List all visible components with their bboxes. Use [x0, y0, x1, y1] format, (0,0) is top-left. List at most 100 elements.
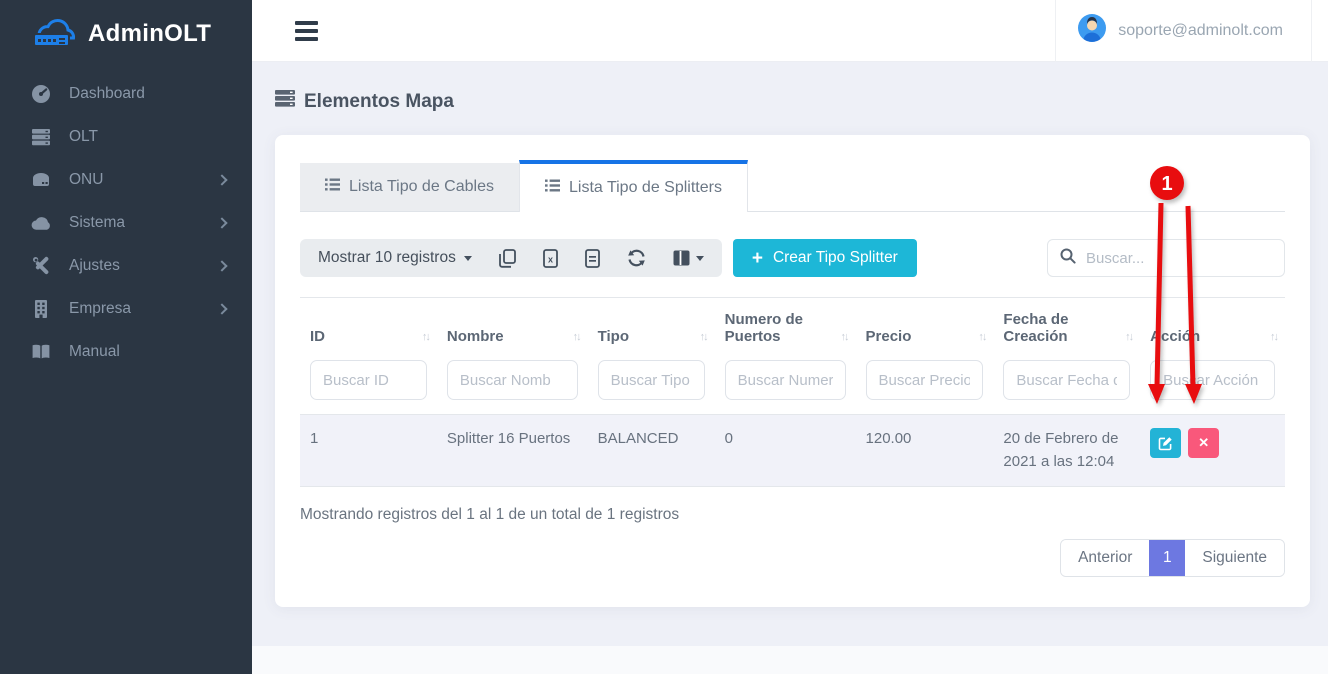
refresh-button[interactable] [627, 249, 646, 267]
global-search [1047, 239, 1285, 277]
chevron-right-icon [216, 260, 227, 271]
copy-icon [499, 249, 516, 268]
sort-icon[interactable]: ↑↓ [1270, 331, 1277, 345]
table-info: Mostrando registros del 1 al 1 de un tot… [300, 506, 1285, 524]
sidebar-item-label: Empresa [69, 300, 131, 318]
filter-nombre-input[interactable] [447, 360, 578, 400]
splitters-table: ID ↑↓ Nombre ↑↓ Tipo ↑↓ Numero de Puertos ↑↓… [300, 297, 1285, 487]
col-header-accion[interactable]: Acción [1150, 328, 1200, 345]
server-stack-icon [30, 128, 52, 146]
col-header-puertos[interactable]: Numero de Puertos [725, 311, 837, 345]
search-input[interactable] [1086, 250, 1272, 267]
file-lines-icon [585, 249, 600, 268]
col-header-tipo[interactable]: Tipo [598, 328, 629, 345]
user-avatar [1078, 14, 1106, 47]
export-file-button[interactable] [585, 249, 600, 268]
sidebar-item-ajustes[interactable]: Ajustes [0, 244, 252, 287]
filter-puertos-input[interactable] [725, 360, 846, 400]
sidebar-item-label: ONU [69, 171, 103, 189]
pencil-square-icon [1158, 436, 1173, 451]
cell-nombre: Splitter 16 Puertos [437, 415, 588, 486]
cell-fecha: 20 de Febrero de 2021 a las 12:04 [993, 415, 1140, 486]
filter-id-input[interactable] [310, 360, 427, 400]
sidebar-item-label: OLT [69, 128, 98, 146]
columns-icon [673, 250, 690, 266]
caret-down-icon [696, 256, 704, 261]
chevron-right-icon [216, 174, 227, 185]
col-header-precio[interactable]: Precio [866, 328, 912, 345]
refresh-icon [627, 249, 646, 267]
sidebar-item-manual[interactable]: Manual [0, 330, 252, 373]
user-email: soporte@adminolt.com [1118, 22, 1283, 40]
col-header-fecha[interactable]: Fecha de Creación [1003, 311, 1121, 345]
tools-icon [30, 256, 52, 275]
building-icon [30, 300, 52, 318]
sidebar: AdminOLT Dashboard OLT ONU [0, 0, 252, 674]
gauge-icon [30, 84, 52, 104]
create-splitter-button[interactable]: + Crear Tipo Splitter [733, 239, 917, 277]
cell-tipo: BALANCED [588, 415, 715, 486]
sidebar-item-dashboard[interactable]: Dashboard [0, 72, 252, 115]
tab-lista-tipo-splitters[interactable]: Lista Tipo de Splitters [519, 160, 748, 212]
tab-label: Lista Tipo de Splitters [569, 179, 722, 197]
create-splitter-label: Crear Tipo Splitter [773, 249, 898, 267]
copy-button[interactable] [499, 249, 516, 268]
col-header-nombre[interactable]: Nombre [447, 328, 504, 345]
filter-precio-input[interactable] [866, 360, 984, 400]
pagination-next[interactable]: Siguiente [1185, 540, 1284, 576]
table-filter-row [300, 356, 1285, 414]
pagination-previous[interactable]: Anterior [1061, 540, 1149, 576]
chevron-right-icon [216, 303, 227, 314]
cell-id: 1 [300, 415, 437, 486]
page-footer [252, 646, 1328, 674]
filter-accion-input[interactable] [1150, 360, 1275, 400]
filter-tipo-input[interactable] [598, 360, 705, 400]
hamburger-menu-icon[interactable] [295, 21, 318, 41]
sort-icon[interactable]: ↑↓ [573, 331, 580, 345]
col-header-id[interactable]: ID [310, 328, 325, 345]
sidebar-item-label: Ajustes [69, 257, 120, 275]
file-excel-icon: x [543, 249, 558, 268]
table-header-row: ID ↑↓ Nombre ↑↓ Tipo ↑↓ Numero de Puertos ↑↓… [300, 297, 1285, 356]
column-visibility-button[interactable] [673, 250, 704, 266]
cloud-router-logo-icon [28, 14, 78, 55]
table-row: 1 Splitter 16 Puertos BALANCED 0 120.00 … [300, 414, 1285, 487]
app-window: AdminOLT Dashboard OLT ONU [0, 0, 1328, 674]
sidebar-nav: Dashboard OLT ONU Sistema [0, 64, 252, 373]
delete-button[interactable]: ✕ [1188, 428, 1219, 458]
user-menu[interactable]: soporte@adminolt.com [1055, 0, 1312, 62]
search-icon [1060, 248, 1076, 269]
device-icon [30, 173, 52, 187]
page-title-text: Elementos Mapa [304, 91, 454, 113]
sort-icon[interactable]: ↑↓ [841, 331, 848, 345]
sort-icon[interactable]: ↑↓ [1125, 331, 1132, 345]
page-length-select[interactable]: Mostrar 10 registros [318, 249, 472, 267]
brand[interactable]: AdminOLT [0, 0, 252, 64]
page-title: Elementos Mapa [275, 90, 1310, 113]
svg-text:x: x [548, 254, 553, 264]
sort-icon[interactable]: ↑↓ [978, 331, 985, 345]
main-area: soporte@adminolt.com Elementos Mapa Lis [252, 0, 1328, 674]
tab-bar: Lista Tipo de Cables Lista Tipo de Split… [300, 160, 1285, 212]
export-excel-button[interactable]: x [543, 249, 558, 268]
sidebar-item-label: Dashboard [69, 85, 145, 103]
toolbar-group: Mostrar 10 registros x [300, 239, 722, 277]
edit-button[interactable] [1150, 428, 1181, 458]
sidebar-item-sistema[interactable]: Sistema [0, 201, 252, 244]
pagination: Anterior 1 Siguiente [300, 539, 1285, 577]
tab-label: Lista Tipo de Cables [349, 178, 494, 196]
sidebar-item-label: Manual [69, 343, 120, 361]
pagination-current-page[interactable]: 1 [1149, 540, 1185, 576]
sort-icon[interactable]: ↑↓ [700, 331, 707, 345]
sidebar-item-onu[interactable]: ONU [0, 158, 252, 201]
list-icon [325, 178, 340, 196]
sidebar-item-empresa[interactable]: Empresa [0, 287, 252, 330]
tab-lista-tipo-cables[interactable]: Lista Tipo de Cables [300, 163, 519, 211]
sidebar-item-olt[interactable]: OLT [0, 115, 252, 158]
cell-puertos: 0 [715, 415, 856, 486]
sort-icon[interactable]: ↑↓ [422, 331, 429, 345]
close-icon: ✕ [1198, 435, 1209, 451]
cell-precio: 120.00 [856, 415, 994, 486]
content: Elementos Mapa Lista Tipo de Cables [252, 62, 1328, 674]
filter-fecha-input[interactable] [1003, 360, 1130, 400]
